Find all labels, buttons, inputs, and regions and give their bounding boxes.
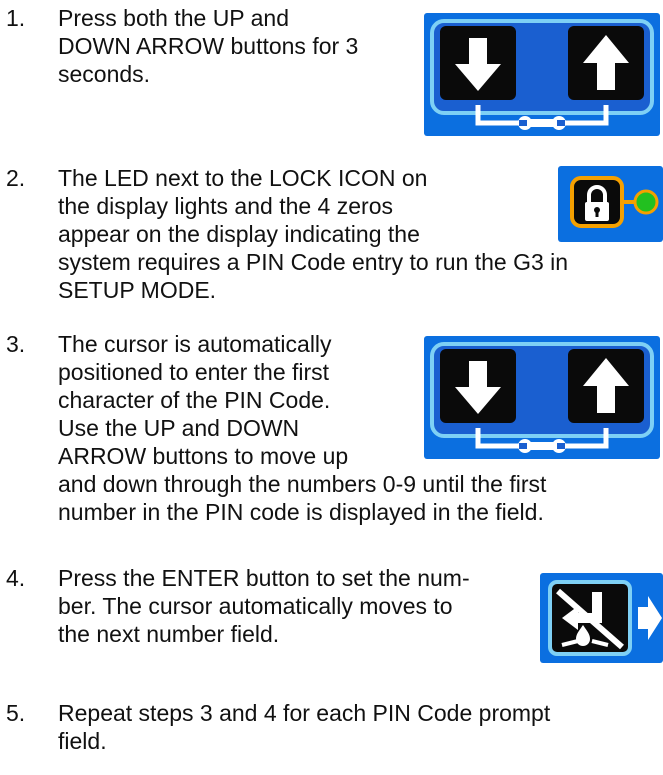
up-down-arrow-buttons-icon — [424, 13, 660, 136]
step-text: Repeat steps 3 and 4 for each PIN Code p… — [58, 700, 551, 754]
step-3-continuation: and down through the numbers 0-9 until t… — [58, 471, 547, 525]
lock-led-icon — [558, 166, 663, 242]
step-number: 5. — [6, 700, 26, 726]
step-number: 3. — [6, 331, 26, 357]
step-text: The LED next to the LOCK ICON on the dis… — [58, 165, 428, 247]
step-number: 4. — [6, 565, 26, 591]
step-2-continuation: system requires a PIN Code entry to run … — [58, 249, 569, 303]
step-number: 1. — [6, 5, 26, 31]
enter-button-icon — [540, 573, 663, 663]
step-text: Press the ENTER button to set the num- b… — [58, 565, 470, 647]
step-number: 2. — [6, 165, 26, 191]
step-text: Press both the UP and DOWN ARROW buttons… — [58, 5, 359, 87]
step-text: The cursor is automatically positioned t… — [58, 331, 349, 469]
up-down-arrow-buttons-icon — [424, 336, 660, 459]
